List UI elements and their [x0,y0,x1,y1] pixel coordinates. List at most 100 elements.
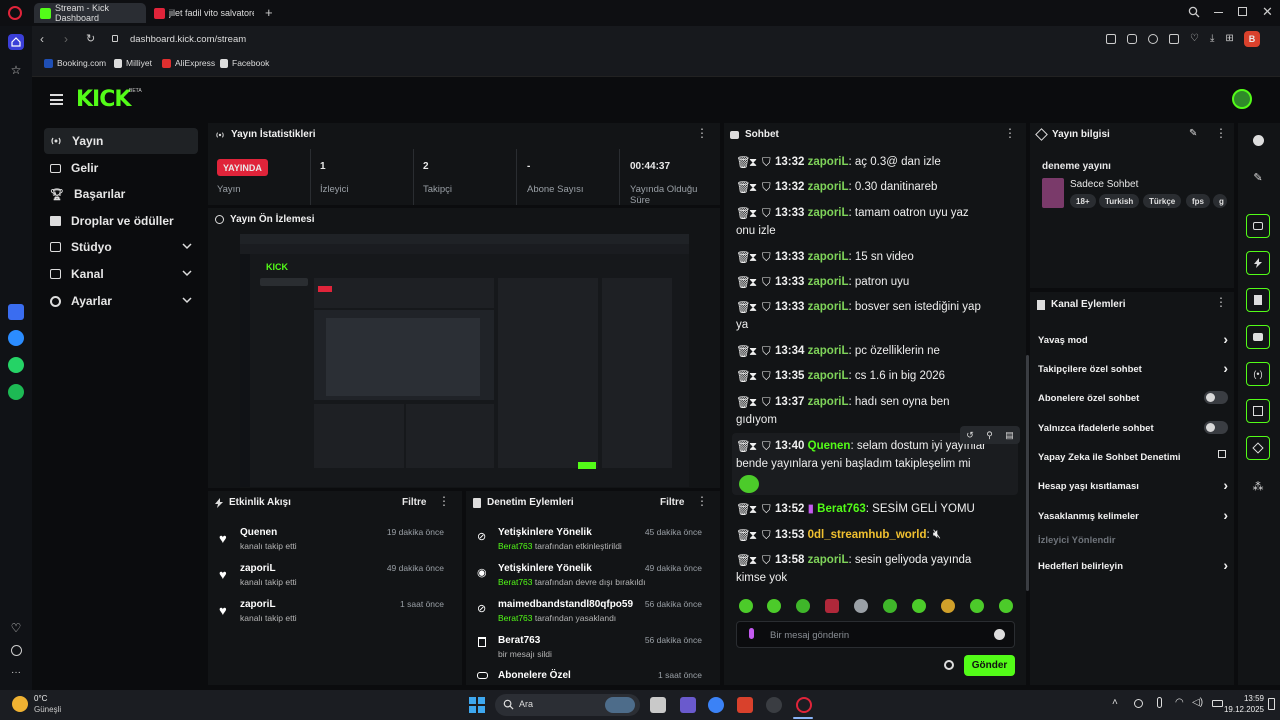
chat-message[interactable]: 🗑︎⧗ ⛉ 13:33 zaporiL: patron uyu [736,273,1026,291]
nav-studyo[interactable]: Stüdyo [44,234,198,260]
emote-button[interactable] [825,599,839,613]
timeout-icon[interactable]: ⧗ [749,552,758,567]
timeout-icon[interactable]: ⧗ [749,154,758,169]
trash-icon[interactable]: 🗑︎ [736,527,751,542]
broadcast-icon[interactable]: (•) [1246,362,1270,386]
activity-filter-button[interactable]: Filtre [402,497,426,508]
chat-settings-icon[interactable] [944,660,954,670]
forward-icon[interactable]: › [64,32,68,46]
trash-icon[interactable]: 🗑︎ [736,368,751,383]
timeout-icon[interactable]: ⧗ [749,299,758,314]
trash-icon[interactable]: 🗑︎ [736,501,751,516]
star-icon[interactable]: ☆ [8,62,24,78]
tab-youtube[interactable]: jilet fadil vito salvatore - Y [148,3,260,23]
copilot-icon[interactable] [708,697,724,713]
timeout-icon[interactable]: ⧗ [749,179,758,194]
shield-icon[interactable]: ⛉ [762,368,771,383]
nav-gelir[interactable]: Gelir [44,155,198,181]
chat-message[interactable]: 🗑︎⧗ ⛉ 13:33 zaporiL: 15 sn video [736,248,1026,266]
followers-only-row[interactable]: Takipçilere özel sohbet › [1038,357,1228,381]
close-window-icon[interactable]: ✕ [1262,4,1273,20]
download-icon[interactable]: ⤓ [1210,34,1214,44]
minimize-icon[interactable] [1214,12,1223,14]
nav-ayarlar[interactable]: Ayarlar [44,288,198,314]
office-icon[interactable] [737,697,753,713]
network-icon[interactable]: ⁂ [1246,474,1270,498]
emote-button[interactable] [970,599,984,613]
trash-icon[interactable]: 🗑︎ [736,179,751,194]
chat-message[interactable]: 🗑︎⧗ ⛉ 13:37 zaporiL: hadı sen oyna ben gıdı… [736,393,1026,429]
timeout-icon[interactable]: ⧗ [749,249,758,264]
account-age-row[interactable]: Hesap yaşı kısıtlaması › [1038,474,1228,498]
video-icon[interactable] [1246,399,1270,423]
set-goals-row[interactable]: Hedefleri belirleyin › [1038,554,1228,578]
bookmark-booking[interactable]: Booking.com [44,58,106,68]
microphone-icon[interactable] [1157,697,1162,708]
send-button[interactable]: Gönder [964,655,1015,676]
heart-icon[interactable]: ♡ [8,620,24,636]
chat-input-placeholder[interactable]: Bir mesaj gönderin [770,630,849,641]
heart-icon[interactable]: ♡ [1190,34,1199,44]
emote-button[interactable] [883,599,897,613]
timeout-icon[interactable]: ⧗ [749,394,758,409]
shield-icon[interactable]: ⛉ [762,394,771,409]
app-icon[interactable] [680,697,696,713]
timeout-icon[interactable]: ⧗ [749,274,758,289]
extensions-icon[interactable]: ⊞ [1225,34,1233,44]
trash-icon[interactable]: 🗑︎ [736,552,751,567]
emote-button[interactable] [941,599,955,613]
more-options-icon[interactable]: ⋮ [1215,127,1227,139]
edit-icon[interactable] [1106,34,1116,44]
lightning-icon[interactable] [1246,251,1270,275]
trash-icon[interactable]: 🗑︎ [736,205,751,220]
delete-icon[interactable]: ▤ [1005,430,1014,441]
edit-icon[interactable]: ✎ [1189,128,1197,139]
clock-date[interactable]: 19.12.2025 [1214,705,1264,714]
more-icon[interactable]: ··· [8,664,24,680]
chat-message[interactable]: 🗑︎⧗ ⛉ 13:52 ▮ Berat763: SESİM GELİ YOMU [736,500,1026,518]
notifications-icon[interactable] [1268,698,1275,710]
banned-words-row[interactable]: Yasaklanmış kelimeler › [1038,504,1228,528]
windows-start-icon[interactable] [469,697,485,713]
task-view-icon[interactable] [650,697,666,713]
trash-icon[interactable]: 🗑︎ [736,394,751,409]
chat-message[interactable]: 🗑︎⧗ ⛉ 13:33 zaporiL: bosver sen istediğini… [736,298,1026,334]
emotes-only-toggle[interactable] [1204,421,1228,434]
chat-bubble-icon[interactable] [1246,325,1270,349]
info-icon[interactable] [1246,128,1270,152]
edit-icon[interactable]: ✎ [1246,165,1270,189]
taskbar-search[interactable]: Ara [495,694,640,716]
slow-mode-row[interactable]: Yavaş mod › [1038,328,1228,352]
shield-icon[interactable]: ⛉ [762,249,771,264]
opera-taskbar-icon[interactable] [796,697,812,713]
timeout-icon[interactable]: ⧗ [749,438,758,453]
aria-icon[interactable] [8,304,24,320]
more-options-icon[interactable]: ⋮ [696,127,708,139]
nav-yayin[interactable]: Yayın [44,128,198,154]
back-icon[interactable]: ‹ [40,32,44,46]
chat-message[interactable]: 🗑︎⧗ ⛉ 13:33 zaporiL: tamam oatron uyu yaz o… [736,204,1026,240]
timeout-icon[interactable]: ⧗ [749,343,758,358]
tray-app-icon[interactable] [1134,699,1143,708]
bookmark-aliexpress[interactable]: AliExpress [162,58,215,68]
url-text[interactable]: dashboard.kick.com/stream [130,34,246,45]
reload-icon[interactable]: ↻ [86,32,95,45]
clock-time[interactable]: 13:59 [1228,694,1264,703]
more-options-icon[interactable]: ⋮ [1004,127,1016,139]
search-tabs-icon[interactable] [1188,6,1200,18]
nav-droplar[interactable]: Droplar ve ödüller [44,208,198,234]
chat-message[interactable]: 🗑︎⧗ ⛉ 13:32 zaporiL: aç 0.3@ dan izle [736,153,1026,171]
messenger-icon[interactable] [8,330,24,346]
volume-icon[interactable]: ◁) [1192,697,1203,708]
bookmark-facebook[interactable]: Facebook [220,58,269,68]
tab-kick-dashboard[interactable]: Stream - Kick Dashboard [34,3,146,23]
nav-basarilar[interactable]: 🏆︎ Başarılar [44,181,198,207]
chat-input-box[interactable]: Bir mesaj gönderin [736,621,1015,648]
maximize-icon[interactable] [1238,7,1247,16]
home-icon[interactable] [8,34,24,50]
wrench-icon[interactable] [1246,436,1270,460]
shield-icon[interactable]: ⛉ [762,299,771,314]
more-options-icon[interactable]: ⋮ [1215,296,1227,308]
menu-icon[interactable] [50,94,63,105]
spotify-icon[interactable] [8,384,24,400]
